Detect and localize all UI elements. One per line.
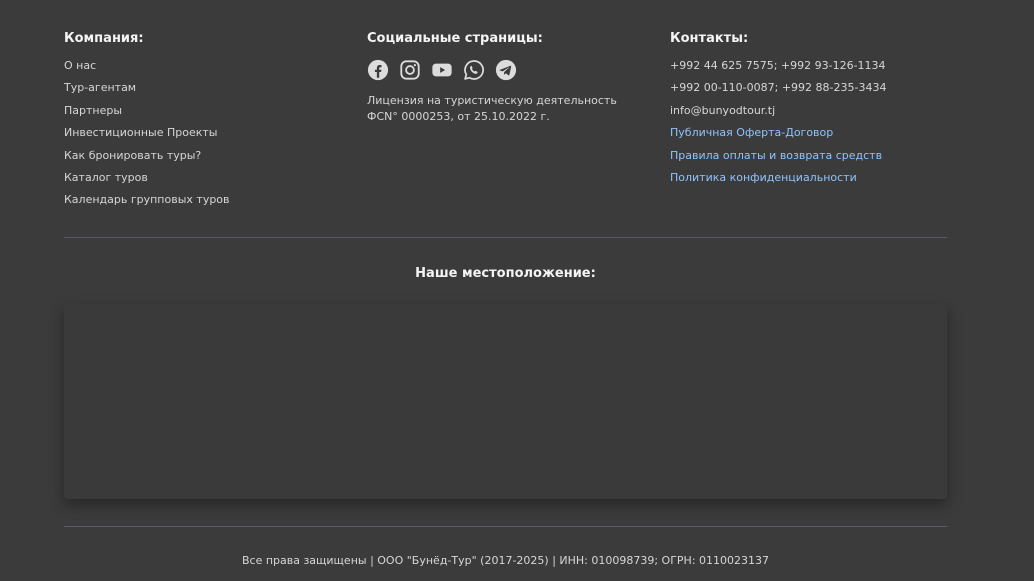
- contacts-column: Контакты: +992 44 625 7575; +992 93-126-…: [670, 30, 947, 193]
- link-group-tours-calendar[interactable]: Календарь групповых туров: [64, 193, 354, 207]
- copyright-text: Все права защищены | ООО "Бунёд-Тур" (20…: [241, 554, 770, 567]
- phone-numbers-1: +992 44 625 7575; +992 93-126-1134: [670, 59, 886, 72]
- location-title: Наше местоположение:: [415, 266, 596, 281]
- link-investment-projects[interactable]: Инвестиционные Проекты: [64, 126, 354, 140]
- company-title: Компания:: [64, 31, 144, 46]
- link-tour-agents[interactable]: Тур-агентам: [64, 81, 354, 95]
- social-title: Социальные страницы:: [367, 31, 543, 46]
- contacts-title: Контакты:: [670, 31, 749, 46]
- link-tour-catalog[interactable]: Каталог туров: [64, 171, 354, 185]
- link-about[interactable]: О нас: [64, 59, 354, 73]
- link-payment-refund-rules[interactable]: Правила оплаты и возврата средств: [670, 149, 947, 163]
- link-partners[interactable]: Партнеры: [64, 104, 354, 118]
- divider: [64, 237, 947, 238]
- phone-numbers-2: +992 00-110-0087; +992 88-235-3434: [670, 81, 887, 95]
- divider: [64, 526, 947, 527]
- company-links: О нас Тур-агентам Партнеры Инвестиционны…: [64, 59, 354, 207]
- social-column: Социальные страницы: Лицензия на туристи…: [367, 30, 657, 125]
- license-text: Лицензия на туристическую деятельность Ф…: [367, 94, 617, 123]
- facebook-icon[interactable]: [367, 59, 389, 81]
- instagram-icon[interactable]: [399, 59, 421, 81]
- youtube-icon[interactable]: [431, 59, 453, 81]
- location-map[interactable]: [64, 304, 947, 499]
- site-footer: Компания: О нас Тур-агентам Партнеры Инв…: [64, 0, 947, 581]
- telegram-icon[interactable]: [495, 59, 517, 81]
- social-icons: [367, 59, 657, 81]
- contacts-list: +992 44 625 7575; +992 93-126-1134 +992 …: [670, 59, 947, 185]
- link-how-to-book[interactable]: Как бронировать туры?: [64, 149, 354, 163]
- link-public-offer[interactable]: Публичная Оферта-Договор: [670, 126, 947, 140]
- company-column: Компания: О нас Тур-агентам Партнеры Инв…: [64, 30, 354, 216]
- email-address: info@bunyodtour.tj: [670, 103, 776, 117]
- link-privacy-policy[interactable]: Политика конфиденциальности: [670, 171, 947, 185]
- whatsapp-icon[interactable]: [463, 59, 485, 81]
